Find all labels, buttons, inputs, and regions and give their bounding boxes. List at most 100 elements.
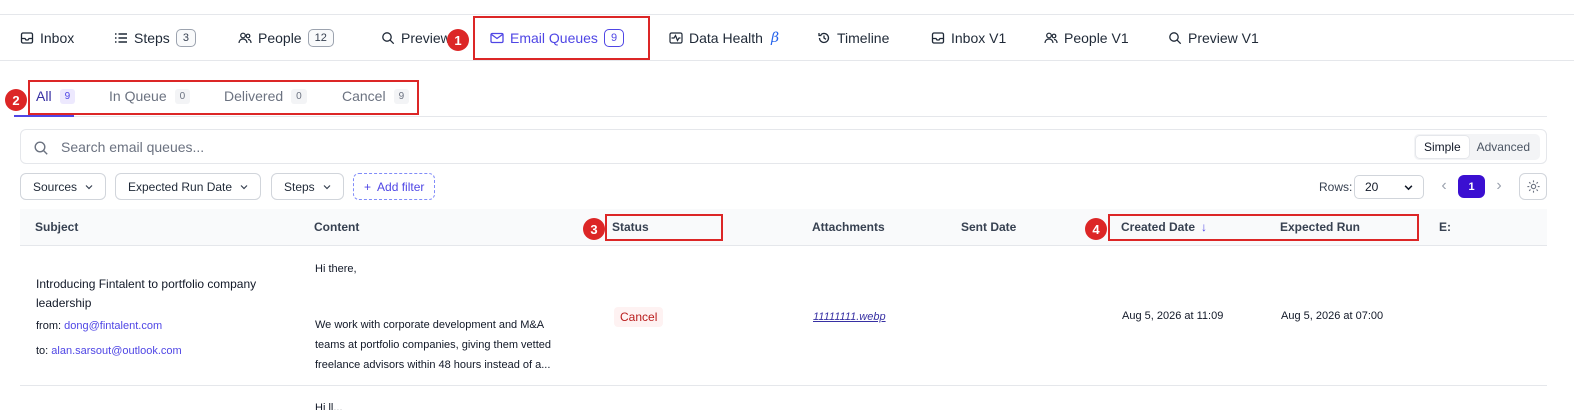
tab-preview[interactable]: Preview [381,15,451,60]
tab-email-queues[interactable]: Email Queues 9 [490,15,625,60]
tab-timeline[interactable]: Timeline [817,15,889,60]
column-expected-run[interactable]: Expected Run [1280,220,1360,234]
tab-steps-count: 3 [175,28,196,47]
gear-icon [1526,180,1540,193]
beta-badge: β [770,29,780,46]
search-icon [1168,31,1182,45]
created-date: Aug 5, 2026 at 11:09 [1122,310,1224,322]
subtab-all-count: 9 [59,88,76,104]
tab-steps-label: Steps [134,29,170,46]
annotation-marker-4: 4 [1085,218,1107,240]
email-content-greeting: Hi there, [315,263,357,275]
chevron-down-icon [323,184,331,189]
table-row[interactable]: Introducing Fintalent to portfolio compa… [20,247,1547,386]
column-truncated[interactable]: E: [1439,220,1451,234]
inbox-icon [931,31,945,45]
tab-email-queues-label: Email Queues [510,29,598,46]
expected-run-date-filter[interactable]: Expected Run Date [115,173,262,200]
status-badge: Cancel [614,307,664,327]
chevron-left-icon[interactable]: ‹ [1437,178,1451,194]
rows-per-page-value: 20 [1365,180,1379,194]
attachment-link[interactable]: 11111111.webp [813,311,886,323]
annotation-marker-3: 3 [583,218,605,240]
sources-filter[interactable]: Sources [20,173,107,200]
email-from: from: dong@fintalent.com [36,320,162,332]
column-content[interactable]: Content [314,220,359,234]
table-header: Subject Content Status Attachments Sent … [20,209,1547,246]
status-tab-bar: All 9 In Queue 0 Delivered 0 Cancel 9 [20,84,1547,117]
add-filter-label: Add filter [377,179,425,194]
subtab-cancel-label: Cancel [342,88,386,104]
tab-inbox-label: Inbox [40,29,75,46]
tab-preview-v1[interactable]: Preview V1 [1168,15,1259,60]
sort-desc-icon: ↓ [1201,220,1208,234]
search-mode-toggle: Simple Advanced [1413,134,1540,160]
search-bar: Simple Advanced [20,129,1547,164]
next-row-preview: Hi ll... [315,402,343,410]
add-filter-button[interactable]: + Add filter [353,173,436,200]
people-icon [1044,31,1058,45]
tab-inbox[interactable]: Inbox [20,15,74,60]
subtab-all-label: All [36,88,52,104]
tab-timeline-label: Timeline [837,29,890,46]
people-icon [238,31,252,45]
search-icon [34,141,48,155]
column-subject[interactable]: Subject [35,220,78,234]
current-page-button[interactable]: 1 [1458,175,1485,198]
inbox-icon [20,31,34,45]
to-address-link[interactable]: alan.sarsout@outlook.com [51,345,181,357]
email-subject: Introducing Fintalent to portfolio compa… [36,277,257,310]
table-settings-button[interactable] [1519,173,1547,200]
column-status[interactable]: Status [612,220,649,234]
tab-steps[interactable]: Steps 3 [114,15,196,60]
health-icon [669,31,683,45]
tab-preview-v1-label: Preview V1 [1188,29,1259,46]
rows-label: Rows: [1319,180,1353,194]
email-content-body: We work with corporate development and M… [315,319,552,371]
sources-filter-label: Sources [33,179,78,194]
email-to: to: alan.sarsout@outlook.com [36,345,182,357]
column-sent-date[interactable]: Sent Date [961,220,1016,234]
column-attachments[interactable]: Attachments [812,220,885,234]
expected-run-date: Aug 5, 2026 at 07:00 [1281,310,1384,322]
column-created-date[interactable]: Created Date ↓ [1121,220,1207,234]
subtab-in-queue-label: In Queue [109,88,167,104]
subtab-all[interactable]: All 9 [36,88,76,104]
simple-mode-button[interactable]: Simple [1415,136,1469,158]
annotation-marker-2: 2 [5,89,27,111]
to-label: to: [36,345,49,357]
rows-per-page-select[interactable]: 20 [1354,175,1424,199]
tab-people[interactable]: People 12 [238,15,334,60]
tab-email-queues-count: 9 [603,28,625,47]
tab-people-label: People [258,29,302,46]
subtab-cancel[interactable]: Cancel 9 [342,88,410,104]
tab-people-v1[interactable]: People V1 [1044,15,1129,60]
from-address-link[interactable]: dong@fintalent.com [64,320,162,332]
tab-people-v1-label: People V1 [1064,29,1129,46]
tab-inbox-v1-label: Inbox V1 [951,29,1007,46]
top-tab-bar: Inbox Steps 3 People 12 Preview Email Qu… [0,15,1574,61]
subtab-cancel-count: 9 [393,88,410,104]
mail-icon [490,31,504,45]
advanced-mode-button[interactable]: Advanced [1469,136,1538,158]
steps-filter[interactable]: Steps [271,173,344,200]
tab-preview-label: Preview [401,29,451,46]
active-subtab-indicator [14,115,74,117]
subtab-delivered-count: 0 [291,88,307,104]
search-input[interactable] [61,136,1361,158]
annotation-marker-1: 1 [447,29,469,51]
tab-data-health-label: Data Health [689,29,763,46]
search-icon [381,31,395,45]
subtab-in-queue-count: 0 [174,88,191,104]
chevron-right-icon[interactable]: › [1492,178,1506,194]
chevron-down-icon [240,184,248,189]
subtab-delivered-label: Delivered [224,88,284,104]
history-icon [817,31,831,45]
tab-inbox-v1[interactable]: Inbox V1 [931,15,1006,60]
subtab-in-queue[interactable]: In Queue 0 [109,88,191,104]
chevron-down-icon [85,184,93,189]
tab-data-health[interactable]: Data Health β [669,15,779,60]
column-created-date-label: Created Date [1121,220,1196,234]
subtab-delivered[interactable]: Delivered 0 [224,88,307,104]
from-label: from: [36,320,62,332]
